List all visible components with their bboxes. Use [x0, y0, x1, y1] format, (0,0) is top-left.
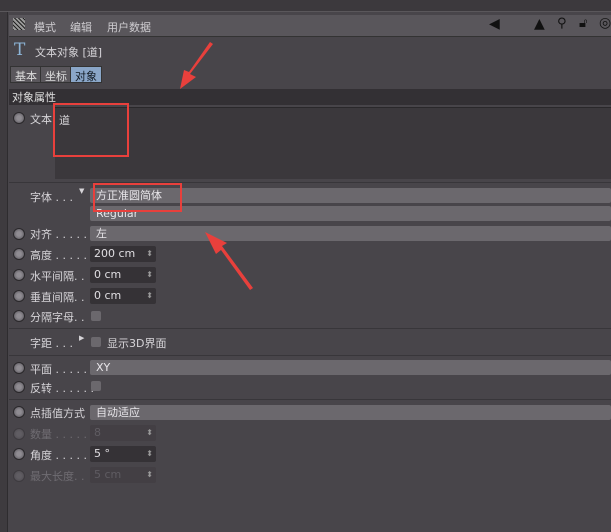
- annotation-arrow-top: [180, 42, 213, 89]
- annotation-arrow-bottom: [205, 232, 253, 290]
- annotation-overlay: [53, 42, 253, 290]
- annotation-box-font: [93, 183, 182, 212]
- annotation-box-text: [53, 103, 129, 157]
